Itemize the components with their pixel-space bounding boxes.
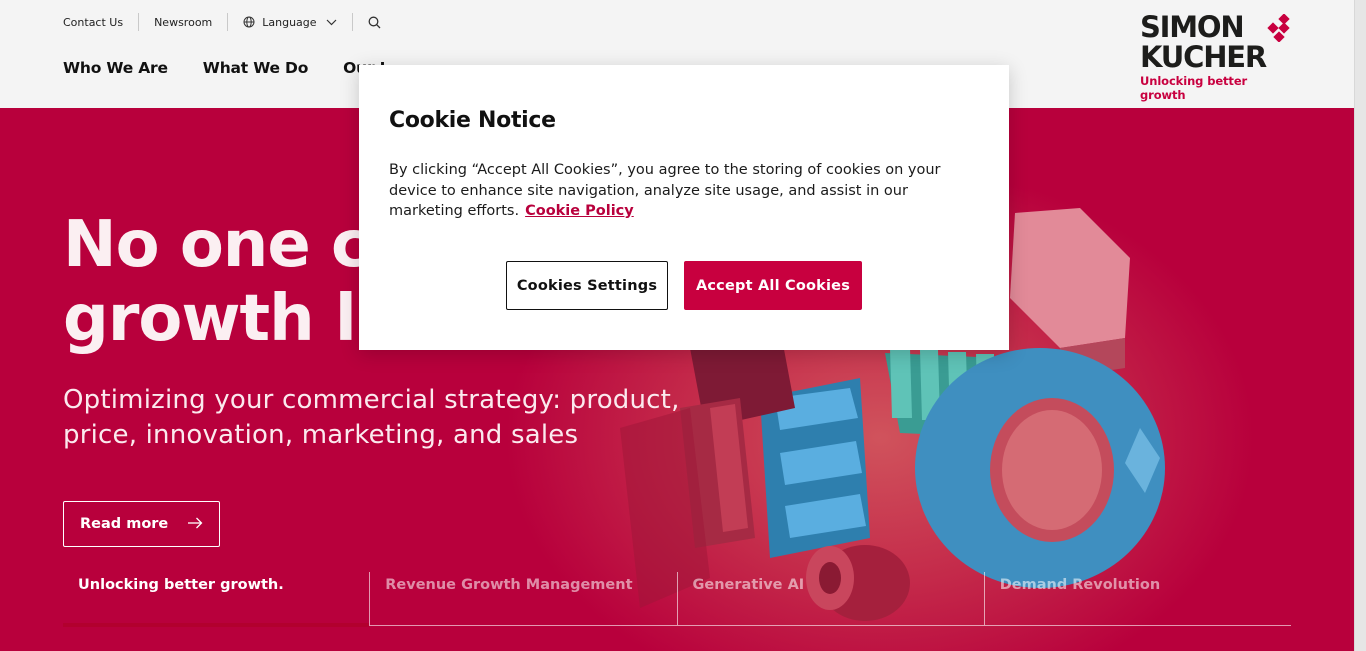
cookie-notice-title: Cookie Notice bbox=[389, 108, 556, 133]
contact-us-label: Contact Us bbox=[63, 15, 124, 29]
arrow-right-icon bbox=[188, 517, 203, 529]
language-label: Language bbox=[262, 15, 317, 29]
newsroom-label: Newsroom bbox=[154, 15, 213, 29]
language-selector[interactable]: Language bbox=[227, 13, 351, 31]
utility-nav: Contact Us Newsroom Language bbox=[63, 12, 396, 32]
tab-generative-ai[interactable]: Generative AI bbox=[676, 572, 984, 626]
cookie-notice-body: By clicking “Accept All Cookies”, you ag… bbox=[389, 162, 941, 219]
accept-all-cookies-button[interactable]: Accept All Cookies bbox=[684, 261, 862, 310]
nav-what-we-do[interactable]: What We Do bbox=[203, 59, 309, 77]
cookie-notice-text: By clicking “Accept All Cookies”, you ag… bbox=[389, 160, 974, 222]
tab-unlocking-better-growth[interactable]: Unlocking better growth. bbox=[63, 572, 370, 627]
search-icon bbox=[368, 16, 381, 28]
cookies-settings-button[interactable]: Cookies Settings bbox=[506, 261, 668, 310]
logo-tagline: Unlocking better growth bbox=[1140, 74, 1248, 102]
search-button[interactable] bbox=[351, 13, 396, 31]
nav-who-we-are[interactable]: Who We Are bbox=[63, 59, 168, 77]
chevron-down-icon bbox=[326, 19, 336, 25]
hero-tabs: Unlocking better growth. Revenue Growth … bbox=[63, 572, 1291, 627]
tab-demand-revolution[interactable]: Demand Revolution bbox=[983, 572, 1291, 626]
contact-us-link[interactable]: Contact Us bbox=[63, 13, 138, 31]
hero-subhead: Optimizing your commercial strategy: pro… bbox=[63, 385, 680, 450]
cookie-notice-dialog: Cookie Notice By clicking “Accept All Co… bbox=[359, 65, 1009, 350]
read-more-button[interactable]: Read more bbox=[63, 501, 220, 547]
logo-line-2: KUCHER bbox=[1140, 40, 1267, 74]
page-scrollbar[interactable] bbox=[1354, 0, 1366, 651]
read-more-label: Read more bbox=[80, 516, 169, 532]
simon-kucher-logo[interactable]: SIMON KUCHER Unlocking better growth bbox=[1140, 12, 1292, 102]
globe-icon bbox=[243, 16, 255, 28]
tab-revenue-growth-management[interactable]: Revenue Growth Management bbox=[369, 572, 677, 626]
newsroom-link[interactable]: Newsroom bbox=[138, 13, 227, 31]
logo-diamonds-icon bbox=[1267, 14, 1290, 42]
cookie-policy-link[interactable]: Cookie Policy bbox=[525, 203, 634, 219]
